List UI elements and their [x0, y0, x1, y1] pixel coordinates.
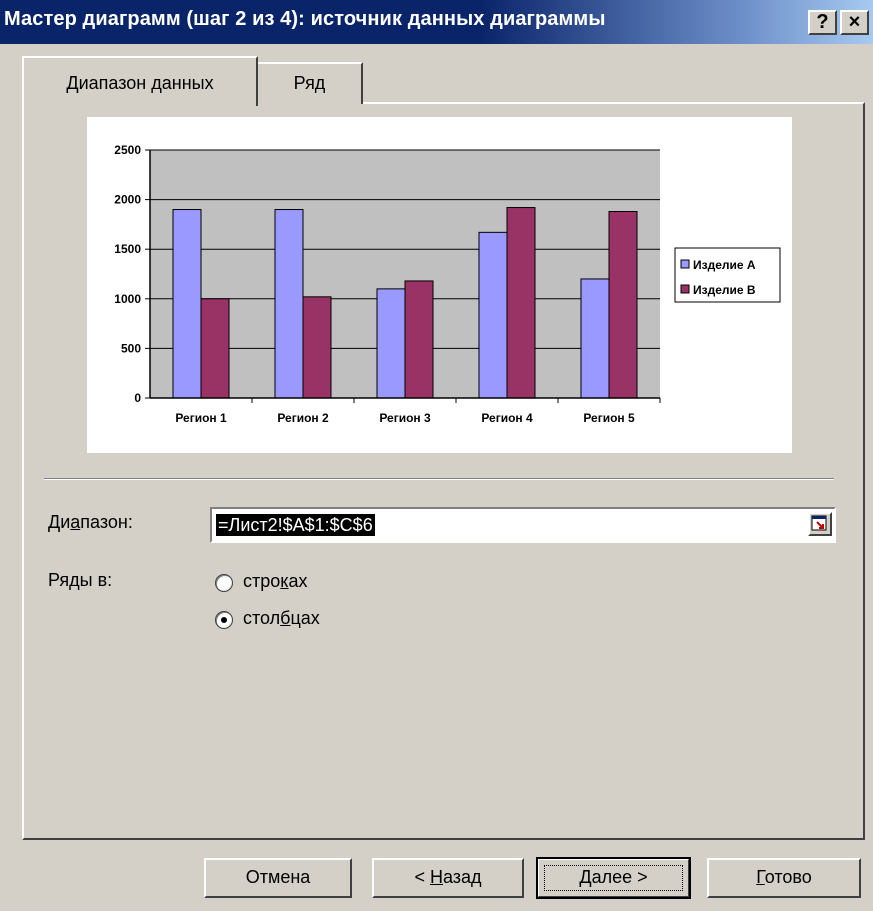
- legend-label: Изделие B: [693, 283, 756, 297]
- y-tick-label: 2500: [114, 143, 141, 157]
- radio-rows-label[interactable]: строках: [243, 571, 308, 592]
- bar: [274, 209, 304, 399]
- y-tick-label: 1500: [114, 242, 141, 256]
- legend-swatch: [680, 259, 690, 269]
- window-title: Мастер диаграмм (шаг 2 из 4): источник д…: [4, 8, 606, 30]
- range-input[interactable]: =Лист2!$A$1:$C$6: [210, 507, 836, 543]
- help-button[interactable]: ?: [808, 10, 837, 35]
- finish-button[interactable]: Готово: [707, 858, 861, 898]
- back-button[interactable]: < Назад: [372, 858, 524, 898]
- legend-swatch: [680, 284, 690, 294]
- radio-columns[interactable]: [215, 611, 233, 629]
- bar: [506, 207, 536, 399]
- radio-columns-label[interactable]: столбцах: [243, 608, 320, 629]
- focus-rect: [544, 865, 683, 891]
- collapse-dialog-icon: [811, 515, 827, 531]
- chart-legend: Изделие A Изделие B: [674, 247, 781, 303]
- y-tick-label: 0: [134, 391, 141, 405]
- next-button[interactable]: Далее >: [536, 857, 691, 899]
- tab-data-range[interactable]: Диапазон данных: [22, 56, 258, 106]
- legend-label: Изделие A: [693, 258, 756, 272]
- radio-selected-dot: [221, 617, 227, 623]
- bar: [478, 231, 508, 399]
- collapse-dialog-button[interactable]: [808, 512, 832, 536]
- bar: [302, 296, 332, 399]
- y-tick-label: 2000: [114, 193, 141, 207]
- range-value[interactable]: =Лист2!$A$1:$C$6: [216, 514, 375, 536]
- bar: [404, 280, 434, 399]
- series-in-label: Ряды в:: [48, 570, 113, 590]
- chart-preview: 0 500 1000 1500 2000 2500 Регион 1 Регион 2 Реги…: [87, 117, 792, 453]
- separator: [44, 478, 834, 480]
- x-tick-label: Регион 4: [481, 411, 533, 425]
- radio-rows[interactable]: [215, 574, 233, 592]
- close-button[interactable]: ×: [840, 10, 869, 35]
- cancel-button[interactable]: Отмена: [204, 858, 352, 898]
- bar: [580, 278, 610, 399]
- bar: [608, 211, 638, 399]
- bar: [200, 298, 230, 399]
- x-tick-label: Регион 5: [583, 411, 635, 425]
- x-tick-label: Регион 2: [277, 411, 329, 425]
- x-tick-label: Регион 1: [175, 411, 227, 425]
- x-tick-label: Регион 3: [379, 411, 431, 425]
- range-label: Диапазон:: [48, 512, 133, 532]
- bar: [172, 209, 202, 399]
- bar: [376, 288, 406, 399]
- y-tick-label: 1000: [114, 292, 141, 306]
- tab-series[interactable]: Ряд: [256, 62, 363, 104]
- y-tick-label: 500: [121, 341, 141, 355]
- chart-svg: 0 500 1000 1500 2000 2500 Регион 1 Регион 2 Реги…: [114, 143, 781, 425]
- title-bar[interactable]: Мастер диаграмм (шаг 2 из 4): источник д…: [0, 0, 873, 44]
